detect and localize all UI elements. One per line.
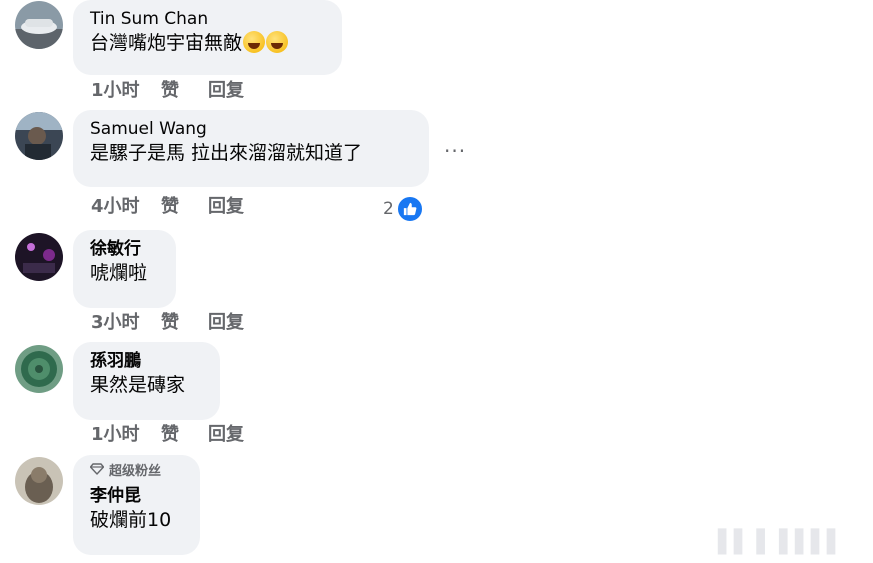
- comment-text: 是騾子是馬 拉出來溜溜就知道了: [90, 142, 363, 164]
- comment-text-content: 台灣嘴炮宇宙無敵: [90, 32, 243, 54]
- comment-time[interactable]: 4小时: [91, 196, 161, 218]
- avatar[interactable]: [15, 112, 63, 160]
- comment-text: 唬爛啦: [90, 262, 148, 284]
- comment-author[interactable]: 徐敏行: [90, 238, 160, 260]
- like-button[interactable]: 赞: [161, 80, 208, 102]
- comment-author[interactable]: Tin Sum Chan: [90, 8, 326, 30]
- comment-text: 台灣嘴炮宇宙無敵: [90, 30, 326, 56]
- like-button[interactable]: 赞: [161, 196, 208, 218]
- comment-bubble: Samuel Wang 是騾子是馬 拉出來溜溜就知道了: [73, 110, 429, 187]
- rolling-laughing-emoji-icon: [266, 31, 289, 53]
- comment-time[interactable]: 3小时: [91, 312, 161, 334]
- comment-text: 破爛前10: [90, 509, 172, 531]
- comment-actions: 1小时赞回复: [91, 80, 244, 102]
- comment-bubble: 孫羽鵬 果然是磚家: [73, 342, 220, 420]
- avatar[interactable]: [15, 457, 63, 505]
- comment-bubble: 徐敏行 唬爛啦: [73, 230, 176, 308]
- comment-time[interactable]: 1小时: [91, 424, 161, 446]
- comment-text: 果然是磚家: [90, 374, 186, 396]
- comment-author[interactable]: 孫羽鵬: [90, 350, 204, 372]
- comment-actions: 1小时赞回复: [91, 424, 244, 446]
- reply-button[interactable]: 回复: [208, 80, 244, 102]
- diamond-icon: [89, 463, 105, 481]
- avatar[interactable]: [15, 1, 63, 49]
- reaction-summary[interactable]: 2: [383, 195, 424, 223]
- avatar[interactable]: [15, 233, 63, 281]
- reply-button[interactable]: 回复: [208, 196, 244, 218]
- like-icon: [395, 195, 424, 223]
- like-button[interactable]: 赞: [161, 424, 208, 446]
- super-fan-badge: 超级粉丝: [89, 463, 184, 481]
- like-button[interactable]: 赞: [161, 312, 208, 334]
- comment-author[interactable]: Samuel Wang: [90, 118, 413, 140]
- reply-button[interactable]: 回复: [208, 312, 244, 334]
- more-options-icon[interactable]: ···: [444, 141, 466, 161]
- comment-author[interactable]: 李仲昆: [90, 485, 184, 507]
- reaction-count: 2: [383, 199, 394, 219]
- rolling-laughing-emoji-icon: [243, 31, 266, 53]
- comment-actions: 3小时赞回复: [91, 312, 244, 334]
- comment-time[interactable]: 1小时: [91, 80, 161, 102]
- reply-button[interactable]: 回复: [208, 424, 244, 446]
- comment-bubble: Tin Sum Chan 台灣嘴炮宇宙無敵: [73, 0, 342, 75]
- badge-label: 超级粉丝: [109, 464, 162, 479]
- comment-bubble: 超级粉丝 李仲昆 破爛前10: [73, 455, 200, 555]
- watermark-graphic: ▌▌ ▌ ▌▌▌▌: [718, 530, 844, 555]
- comment-actions: 4小时赞回复: [91, 196, 244, 218]
- avatar[interactable]: [15, 345, 63, 393]
